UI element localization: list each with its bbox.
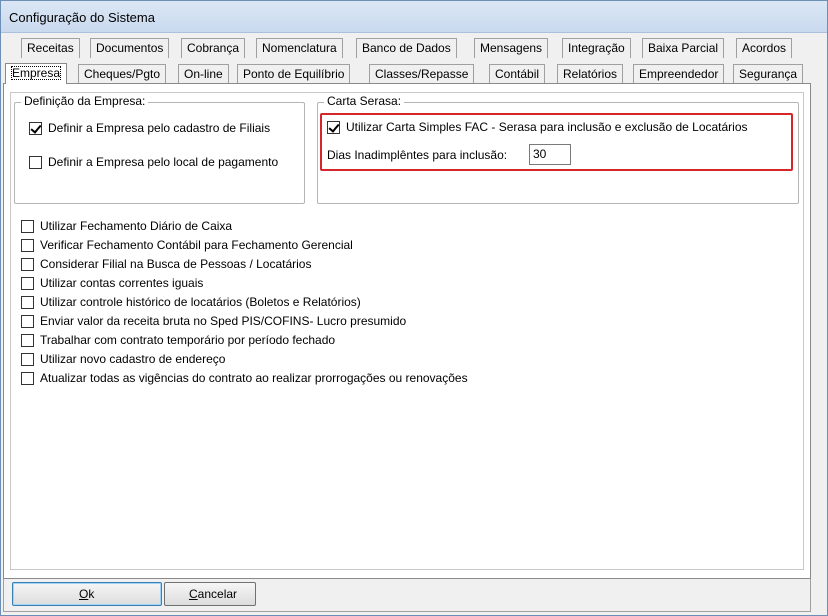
- title-bar[interactable]: Configuração do Sistema: [1, 1, 827, 33]
- tab-relatorios[interactable]: Relatórios: [557, 64, 624, 84]
- tab-empresa[interactable]: Empresa: [5, 63, 68, 84]
- tab-empreendedor[interactable]: Empreendedor: [633, 64, 725, 84]
- tab-receitas[interactable]: Receitas: [21, 38, 80, 58]
- tab-cobranca[interactable]: Cobrança: [181, 38, 246, 58]
- tab-ponto-de-equilibrio[interactable]: Ponto de Equilíbrio: [237, 64, 351, 84]
- tab-integracao[interactable]: Integração: [562, 38, 631, 58]
- config-dialog: Configuração do Sistema Receitas Documen…: [0, 0, 828, 616]
- ok-label-rest: k: [88, 587, 95, 601]
- tab-on-line[interactable]: On-line: [178, 64, 229, 84]
- window-title: Configuração do Sistema: [9, 10, 155, 25]
- dialog-client: Receitas Documentos Cobrança Nomenclatur…: [1, 34, 827, 615]
- cancel-label-rest: ancelar: [197, 587, 238, 601]
- button-bar: Ok Cancelar: [3, 576, 811, 612]
- tab-contabil[interactable]: Contábil: [489, 64, 546, 84]
- ok-button[interactable]: Ok: [12, 582, 162, 606]
- empresa-tab-panel: Definição da Empresa: Definir a Empresa …: [3, 83, 811, 579]
- ok-mnemonic: O: [79, 587, 89, 601]
- cancel-mnemonic: C: [189, 587, 198, 601]
- tab-cheques-pgto[interactable]: Cheques/Pgto: [78, 64, 167, 84]
- tab-acordos[interactable]: Acordos: [736, 38, 793, 58]
- tab-classes-repasse[interactable]: Classes/Repasse: [369, 64, 475, 84]
- panel-inner-frame: [10, 92, 804, 570]
- tab-baixa-parcial[interactable]: Baixa Parcial: [642, 38, 725, 58]
- tab-documentos[interactable]: Documentos: [90, 38, 170, 58]
- tab-seguranca[interactable]: Segurança: [733, 64, 804, 84]
- tab-nomenclatura[interactable]: Nomenclatura: [256, 38, 343, 58]
- cancel-button[interactable]: Cancelar: [164, 582, 256, 606]
- tab-banco-de-dados[interactable]: Banco de Dados: [356, 38, 457, 58]
- tab-mensagens[interactable]: Mensagens: [474, 38, 549, 58]
